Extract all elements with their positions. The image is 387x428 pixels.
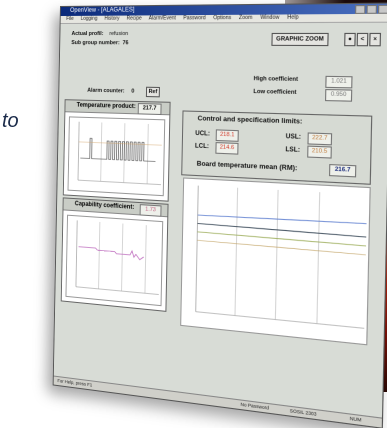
menu-help[interactable]: Help: [287, 14, 298, 21]
high-coefficient-value: 1.021: [325, 75, 353, 89]
window-controls: [355, 4, 387, 14]
temperature-chart: [68, 117, 164, 195]
temperature-panel: Temperature product: 217.7: [62, 99, 171, 202]
status-help: For Help, press F1: [57, 378, 93, 388]
limits-panel: Control and specification limits: UCL: 2…: [181, 110, 373, 185]
alarm-counter-value: 0: [131, 88, 135, 95]
graphic-zoom-button[interactable]: GRAPHIC ZOOM: [271, 32, 329, 47]
menu-logging[interactable]: Logging: [81, 16, 98, 22]
menu-password[interactable]: Password: [183, 15, 205, 21]
ucl-label: UCL:: [195, 130, 210, 138]
close-view-icon[interactable]: ×: [369, 32, 382, 47]
menu-zoom[interactable]: Zoom: [239, 15, 253, 22]
capability-panel: Capability coefficient: 1.73: [60, 197, 169, 312]
sub-group-label: Sub group number:: [71, 40, 120, 47]
search-icon[interactable]: ●: [344, 32, 356, 47]
capability-plot: [65, 214, 164, 307]
capability-chart: [66, 216, 162, 305]
temperature-plot: [67, 116, 166, 197]
lsl-label: LSL:: [285, 146, 301, 154]
lcl-value: 214.6: [215, 142, 239, 155]
low-coefficient-value: 0.950: [324, 89, 353, 102]
monitor-stage: OpenView - [ALAGALES] File Logging Histo…: [0, 0, 387, 428]
high-coefficient-label: High coefficient: [253, 75, 299, 84]
usl-label: USL:: [285, 133, 302, 141]
alarm-ref-button[interactable]: Ref: [145, 86, 160, 98]
menu-alarm-event[interactable]: Alarm/Event: [149, 15, 176, 21]
usl-value: 222.7: [307, 132, 333, 146]
low-coefficient-label: Low coefficient: [253, 88, 297, 97]
ucl-value: 218.1: [215, 129, 239, 142]
board-temp-plot: [180, 177, 371, 346]
app-window: OpenView - [ALAGALES] File Logging Histo…: [52, 2, 387, 428]
board-temp-title: Board temperature mean (RM):: [196, 160, 298, 173]
status-num: NUM: [349, 415, 362, 423]
menu-window[interactable]: Window: [260, 15, 279, 22]
board-temp-chart: [181, 179, 369, 345]
temperature-value: 217.7: [137, 103, 162, 116]
lcl-label: LCL:: [194, 143, 210, 151]
status-bar: For Help, press F1 No Password SOSIL 230…: [53, 375, 382, 428]
menu-options[interactable]: Options: [213, 15, 231, 21]
capability-value: 1.73: [139, 204, 162, 217]
status-station: SOSIL 2303: [289, 407, 317, 417]
window-title: OpenView - [ALAGALES]: [70, 7, 135, 14]
close-button[interactable]: [377, 4, 387, 14]
limits-title: Control and specification limits:: [197, 115, 303, 126]
actual-profil-value: refusion: [109, 30, 129, 38]
menu-bar: File Logging History Recipe Alarm/Event …: [60, 13, 387, 25]
menu-history[interactable]: History: [104, 16, 119, 22]
sub-group-value: 76: [122, 40, 129, 47]
lsl-value: 210.5: [307, 145, 332, 159]
menu-recipe[interactable]: Recipe: [126, 15, 141, 21]
maximize-button[interactable]: [366, 4, 378, 14]
alarm-counter-label: Alarm counter:: [87, 87, 125, 95]
menu-file[interactable]: File: [66, 16, 74, 22]
board-temp-value: 216.7: [328, 164, 357, 178]
status-password: No Password: [240, 401, 270, 411]
actual-profil-label: Actual profil:: [71, 30, 104, 38]
prev-arrow-icon[interactable]: <: [356, 32, 369, 47]
minimize-button[interactable]: [355, 5, 366, 14]
